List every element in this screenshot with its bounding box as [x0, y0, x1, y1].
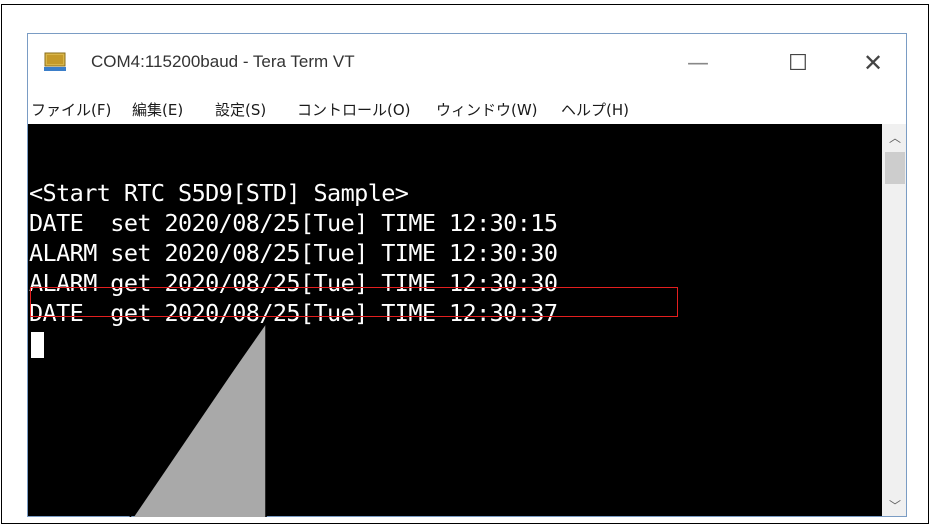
callout-pointer	[129, 322, 267, 517]
